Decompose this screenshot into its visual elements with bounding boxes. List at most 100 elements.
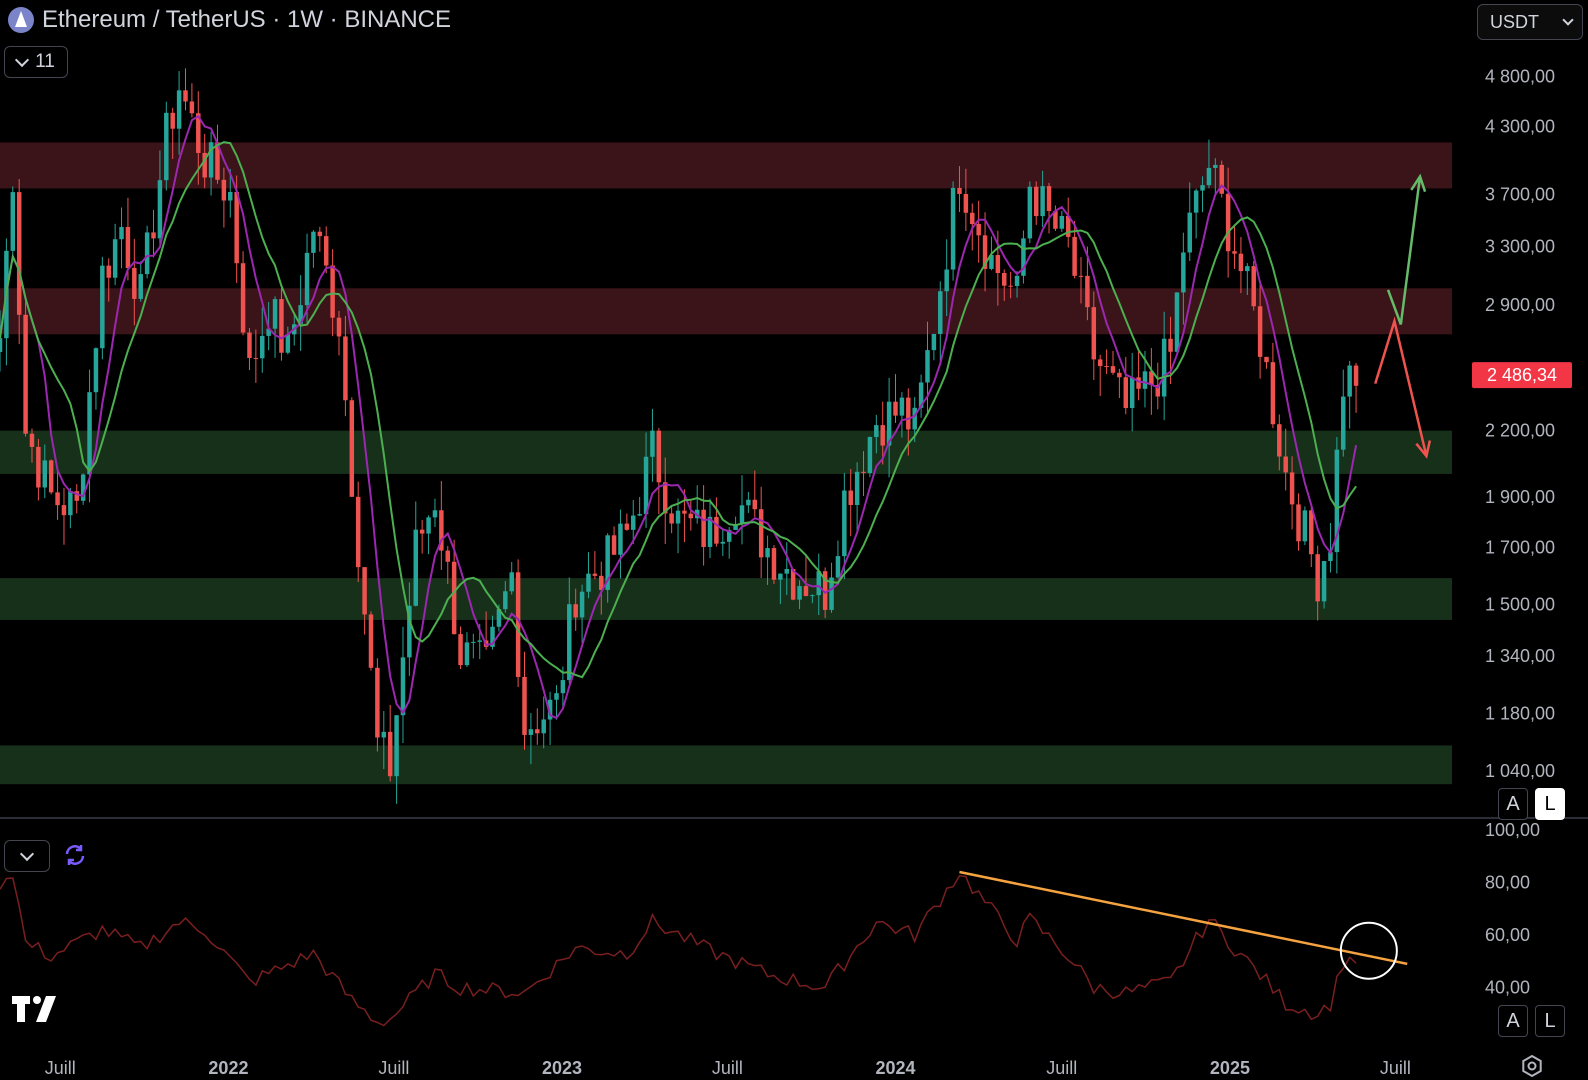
candle-body [330, 265, 335, 318]
candle-body [1238, 253, 1244, 272]
price-tick-label: 4 800,00 [1485, 66, 1555, 86]
candle-body [1078, 275, 1084, 277]
candle-body [1193, 190, 1199, 213]
candle-body [157, 180, 163, 239]
candle-body [1213, 164, 1218, 168]
candle-body [624, 523, 630, 530]
currency-label: USDT [1490, 11, 1539, 32]
price-tick-label: 2 900,00 [1485, 295, 1555, 315]
candle-body [29, 433, 35, 447]
candle-body [810, 595, 815, 597]
candle-body [176, 90, 182, 129]
candle-body [1033, 186, 1039, 217]
price-tick-label: 1 500,00 [1485, 595, 1555, 615]
candle-body [592, 573, 598, 576]
candle-body [906, 397, 911, 430]
candle-body [842, 490, 847, 557]
candle-body [867, 436, 873, 473]
candle-body [138, 274, 143, 299]
candle-body [125, 227, 131, 269]
candle-body [522, 676, 527, 735]
candle-body [106, 265, 111, 278]
candle-body [1110, 366, 1116, 373]
candle-body [55, 492, 60, 506]
candle-body [1225, 193, 1231, 252]
candle-body [637, 514, 642, 516]
rsi-auto-scale-button[interactable]: A [1498, 1005, 1528, 1037]
candle-body [554, 693, 559, 700]
candle-body [323, 236, 329, 266]
candle-body [260, 335, 265, 359]
price-tick-label: 1 180,00 [1485, 704, 1555, 724]
price-tick-label: 3 300,00 [1485, 237, 1555, 257]
candle-body [970, 212, 975, 225]
time-tick-label: Juill [378, 1058, 409, 1078]
candle-body [1142, 371, 1148, 389]
candle-body [285, 334, 291, 353]
candle-body [1091, 307, 1097, 360]
candle-body [1104, 366, 1109, 368]
currency-select[interactable]: USDT [1477, 4, 1583, 40]
candle-body [746, 499, 751, 506]
moving-averages [0, 114, 1358, 720]
candle-body [1123, 377, 1129, 409]
candle-body [317, 231, 323, 237]
gear-icon[interactable] [1520, 1054, 1544, 1078]
chevron-down-icon [19, 846, 35, 861]
rsi-tick-label: 40,00 [1485, 978, 1530, 998]
candle-body [1002, 273, 1007, 286]
rsi-pane-toggle-button[interactable] [4, 840, 50, 872]
candle-body [471, 641, 476, 643]
symbol-title[interactable]: Ethereum / TetherUS · 1W · BINANCE [42, 6, 451, 34]
candle-body [618, 523, 623, 555]
time-tick-label: 2023 [542, 1058, 582, 1078]
candle-body [701, 509, 706, 547]
candle-body [164, 112, 169, 181]
candle-body [170, 112, 175, 129]
candle-body [144, 232, 150, 275]
time-tick-label: Juill [1380, 1058, 1411, 1078]
log-scale-button[interactable]: L [1535, 788, 1565, 820]
candle-body [464, 642, 470, 666]
candle-body [1321, 561, 1327, 602]
candle-body [426, 517, 431, 534]
candle-body [189, 101, 195, 114]
ma-fast-line [0, 114, 1358, 720]
price-tick-label: 1 340,00 [1485, 646, 1555, 666]
candle-body [643, 456, 649, 515]
indicator-count: 11 [35, 51, 55, 72]
candle-body [854, 471, 860, 505]
candle-body [957, 187, 962, 194]
chart-canvas[interactable]: 4 800,00 4 300,00 3 700,00 3 300,00 2 900,00… [0, 0, 1588, 1080]
time-tick-label: Juill [45, 1058, 76, 1078]
candle-body [880, 425, 885, 446]
candle-body [752, 499, 758, 510]
candle-body [1347, 365, 1352, 397]
candle-body [1200, 185, 1205, 191]
indicators-toggle-button[interactable]: 11 [4, 46, 68, 78]
auto-scale-button[interactable]: A [1498, 788, 1528, 820]
candle-body [515, 572, 521, 677]
rsi-tick-label: 60,00 [1485, 925, 1530, 945]
price-tick-label: 4 300,00 [1485, 116, 1555, 136]
candle-body [541, 719, 546, 734]
candle-body [528, 729, 534, 735]
chart-header: Ethereum / TetherUS · 1W · BINANCE [8, 6, 451, 34]
candle-body [100, 265, 105, 349]
time-tick-label: 2022 [208, 1058, 248, 1078]
candle-body [247, 332, 252, 358]
candle-body [535, 729, 540, 734]
candle-body [0, 338, 3, 352]
candle-body [400, 657, 406, 716]
sync-icon[interactable] [62, 842, 88, 868]
rsi-log-scale-button[interactable]: L [1535, 1005, 1565, 1037]
candle-body [183, 90, 188, 102]
time-tick-label: 2025 [1210, 1058, 1250, 1078]
candle-body [68, 491, 73, 516]
current-price-label: 2 486,34 [1487, 365, 1557, 385]
candle-body [394, 715, 399, 777]
candle-body [1046, 186, 1052, 212]
candle-body [944, 269, 949, 292]
candle-body [1341, 396, 1346, 450]
candle-body [1264, 356, 1269, 363]
